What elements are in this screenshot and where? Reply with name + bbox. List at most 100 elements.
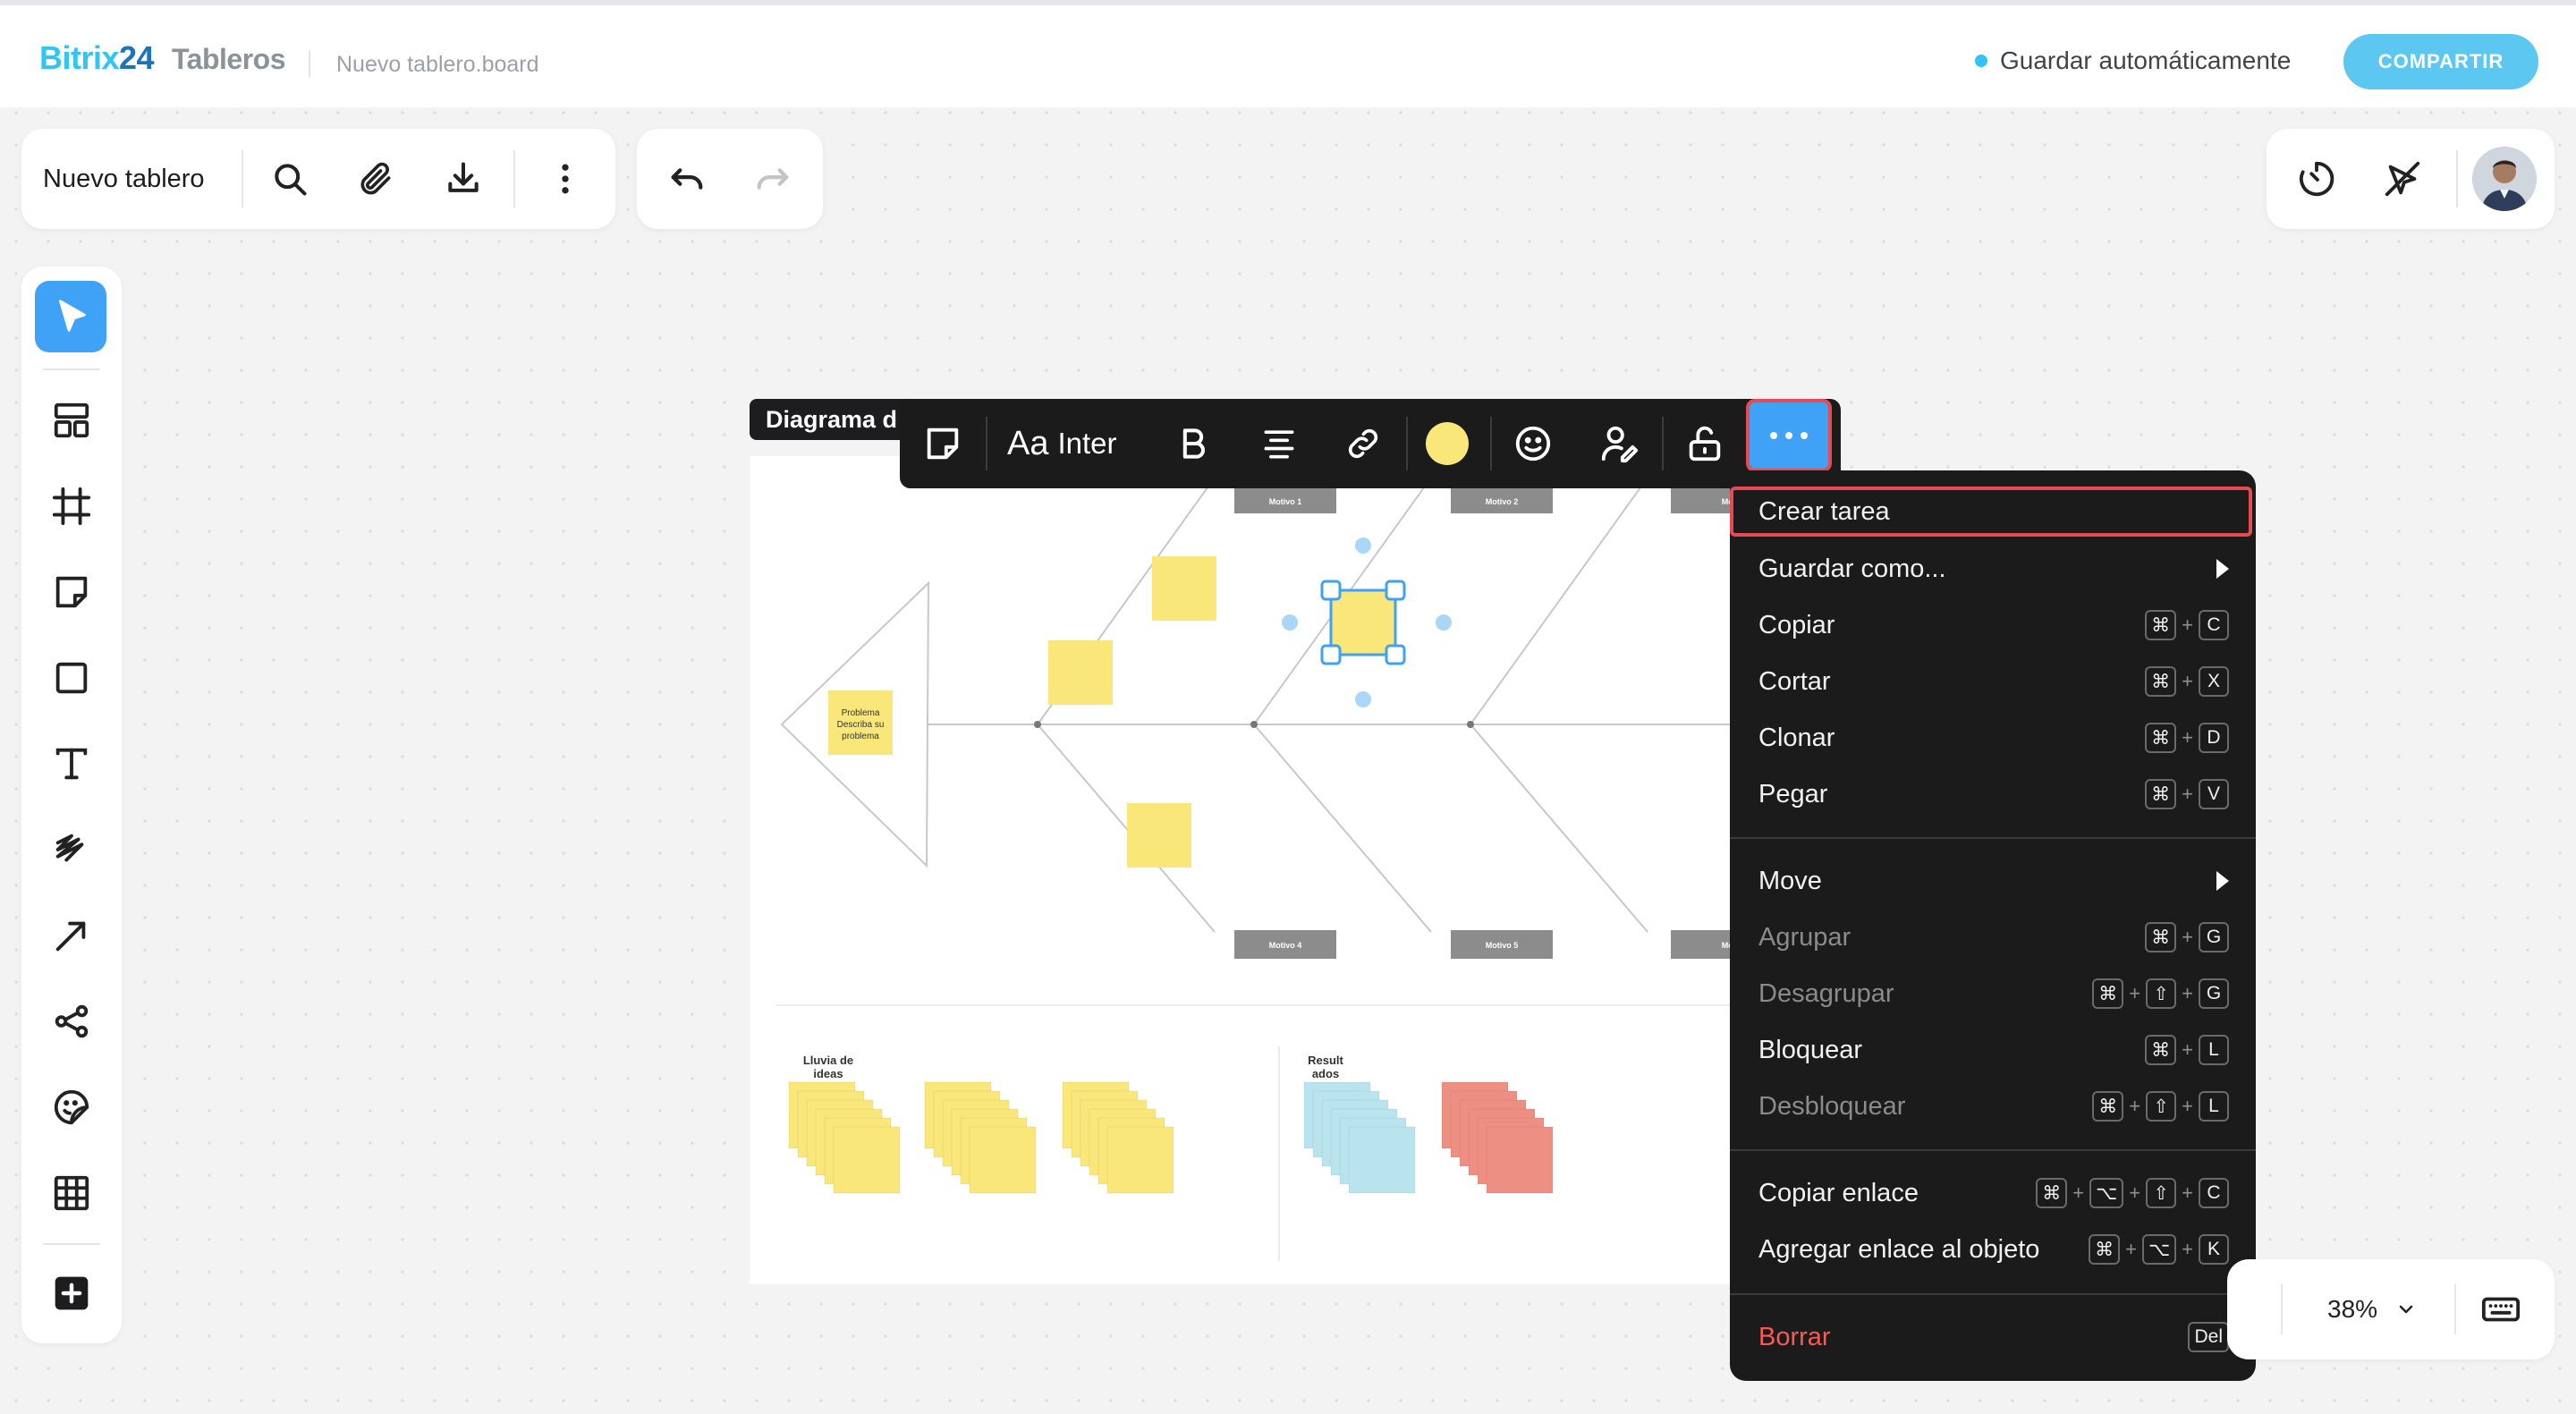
results-label: Result ados (1308, 1054, 1343, 1080)
table-icon[interactable] (47, 1168, 97, 1218)
sticky-note[interactable] (833, 1126, 901, 1194)
more-horizontal-icon-dot (1801, 432, 1808, 439)
menu-item-copy-link[interactable]: Copiar enlace ⌘ + ⌥ + ⇧ + C (1758, 1166, 2229, 1220)
shortcut-plus: + (2125, 1238, 2137, 1260)
divider (986, 417, 987, 470)
shortcut-plus: + (2129, 982, 2141, 1004)
shortcut: ⌘ + D (2145, 723, 2229, 753)
shape-icon[interactable] (47, 653, 97, 703)
font-prefix: Aa (1007, 424, 1049, 462)
mindmap-icon[interactable] (47, 996, 97, 1046)
more-vertical-icon[interactable] (540, 154, 590, 204)
attachment-icon[interactable] (351, 154, 401, 204)
shortcut: ⌘ + ⌥ + ⇧ + C (2036, 1178, 2229, 1208)
shortcut: ⌘ + L (2145, 1035, 2229, 1065)
divider (309, 50, 310, 77)
menu-item-move[interactable]: Move (1758, 854, 2229, 908)
sticky-note-icon[interactable] (918, 419, 968, 469)
shortcut-plus: + (2182, 1095, 2193, 1117)
shortcut-plus: + (2182, 670, 2193, 692)
divider (2454, 1284, 2456, 1334)
more-options-button[interactable] (1746, 399, 1832, 472)
menu-item-save-as[interactable]: Guardar como... (1758, 542, 2229, 596)
frame-icon[interactable] (47, 481, 97, 531)
shortcut-key: ⌘ (2145, 1035, 2177, 1065)
bold-icon[interactable] (1168, 419, 1218, 469)
font-selector[interactable]: Aa Inter (1007, 420, 1117, 467)
shortcut-key: ⌘ (2092, 1091, 2124, 1122)
assign-user-icon[interactable] (1594, 419, 1644, 469)
emoji-icon[interactable] (1508, 419, 1558, 469)
redo-icon[interactable] (748, 154, 798, 204)
menu-separator (1730, 837, 2256, 839)
sticker-icon[interactable] (47, 1082, 97, 1132)
top-bar: Bitrix24 Tableros Nuevo tablero.board Gu… (0, 0, 2576, 107)
board-frame[interactable]: Motivo 1 Motivo 2 Motivo 3 Motivo 4 Moti… (750, 456, 1805, 1284)
shortcut-key: ⌘ (2145, 723, 2177, 753)
zoom-panel: 38% (2227, 1259, 2555, 1359)
link-icon[interactable] (1338, 419, 1388, 469)
menu-item-label: Crear tarea (1758, 496, 1890, 526)
sticky-note[interactable] (1106, 1126, 1174, 1194)
menu-item-create-task[interactable]: Crear tarea (1758, 485, 2229, 538)
add-icon[interactable] (47, 1268, 97, 1318)
shortcut: ⌘ + V (2145, 779, 2229, 809)
text-line: Result (1308, 1054, 1343, 1067)
search-icon[interactable] (265, 154, 315, 204)
menu-item-add-link[interactable]: Agregar enlace al objeto ⌘ + ⌥ + K (1758, 1223, 2229, 1276)
text-line: Problema (842, 708, 880, 718)
unlock-icon[interactable] (1680, 419, 1730, 469)
motive-label: Motivo 4 (1269, 941, 1302, 950)
sticky-note-icon[interactable] (47, 567, 97, 617)
text-icon[interactable] (47, 739, 97, 789)
color-icon[interactable] (1422, 419, 1472, 469)
shortcut-key: D (2199, 723, 2229, 753)
template-icon[interactable] (47, 395, 97, 445)
shortcut-plus: + (2072, 1181, 2085, 1204)
shortcut-key: G (2199, 978, 2229, 1009)
menu-item-label: Borrar (1758, 1322, 1831, 1351)
menu-item-delete[interactable]: Borrar Del (1758, 1310, 2229, 1364)
main-toolbar: Nuevo tablero (21, 129, 615, 229)
menu-item-ungroup: Desagrupar ⌘ + ⇧ + G (1758, 967, 2229, 1020)
shortcut-key: X (2199, 666, 2229, 697)
sticky-note[interactable] (1348, 1126, 1416, 1194)
pen-icon[interactable] (47, 825, 97, 875)
document-name[interactable]: Nuevo tablero.board (336, 52, 539, 78)
divider (1662, 417, 1664, 470)
menu-item-copy[interactable]: Copiar ⌘ + C (1758, 598, 2229, 652)
menu-item-clone[interactable]: Clonar ⌘ + D (1758, 711, 2229, 765)
arrow-icon[interactable] (47, 910, 97, 961)
menu-item-label: Agregar enlace al objeto (1758, 1234, 2040, 1264)
shortcut-key: C (2199, 1178, 2229, 1208)
chevron-down-icon[interactable] (2392, 1295, 2420, 1324)
keyboard-icon[interactable] (2476, 1284, 2526, 1334)
avatar[interactable] (2472, 147, 2537, 211)
shortcut-key: ⌘ (2145, 610, 2177, 640)
hide-cursors-icon[interactable] (2377, 154, 2428, 204)
share-button[interactable]: COMPARTIR (2343, 34, 2538, 89)
menu-item-cut[interactable]: Cortar ⌘ + X (1758, 655, 2229, 708)
shortcut: Del (2188, 1322, 2229, 1352)
select-tool-button[interactable] (35, 281, 106, 352)
menu-item-label: Bloquear (1758, 1035, 1863, 1064)
shortcut-plus: + (2182, 982, 2193, 1004)
color-swatch (1426, 422, 1469, 465)
menu-item-paste[interactable]: Pegar ⌘ + V (1758, 767, 2229, 821)
download-icon[interactable] (438, 154, 488, 204)
sticky-note[interactable] (1486, 1126, 1554, 1194)
timer-icon[interactable] (2292, 154, 2342, 204)
menu-item-lock[interactable]: Bloquear ⌘ + L (1758, 1023, 2229, 1077)
left-sidebar (21, 267, 122, 1343)
more-horizontal-icon-dot (1770, 432, 1777, 439)
align-icon[interactable] (1254, 419, 1304, 469)
menu-item-label: Agrupar (1758, 922, 1852, 952)
undo-icon[interactable] (662, 154, 712, 204)
text-line: ideas (813, 1067, 843, 1080)
app-logo[interactable]: Bitrix24 (39, 39, 155, 77)
board-title[interactable]: Nuevo tablero (43, 129, 205, 229)
divider (513, 150, 515, 207)
sticky-note[interactable] (969, 1126, 1037, 1194)
menu-item-label: Pegar (1758, 779, 1828, 809)
zoom-level[interactable]: 38% (2327, 1295, 2377, 1324)
